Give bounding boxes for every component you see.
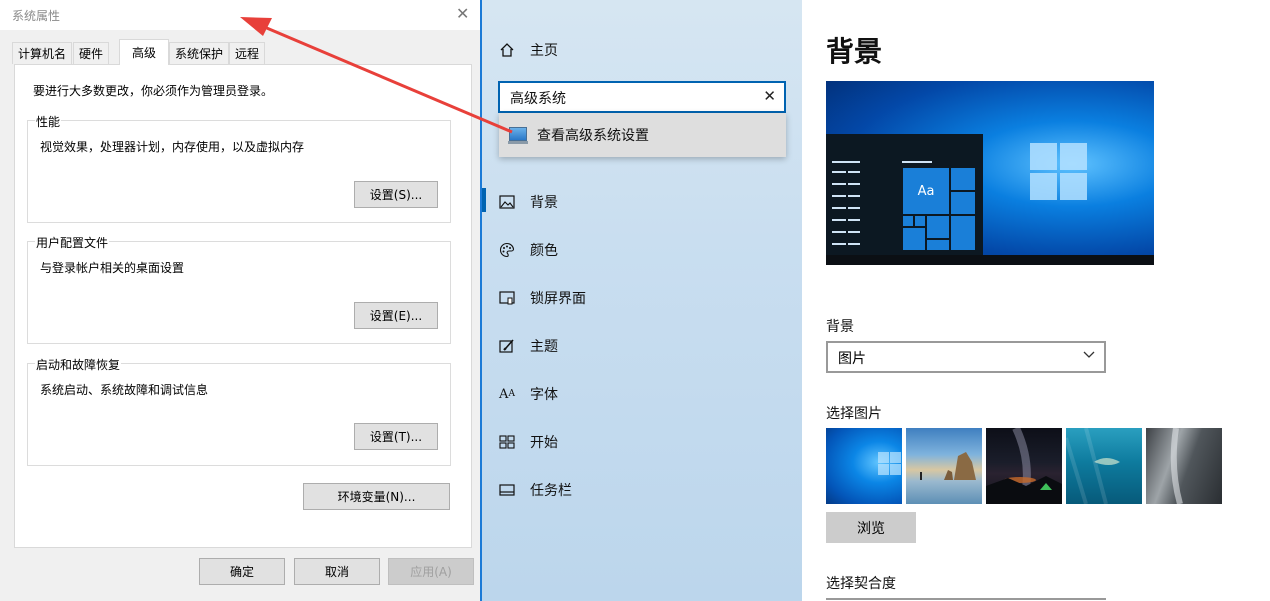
user-profiles-settings-button[interactable]: 设置(E)...	[354, 302, 438, 329]
clear-search-icon[interactable]: ✕	[763, 87, 776, 105]
search-suggestion[interactable]: 查看高级系统设置	[499, 113, 786, 157]
taskbar-icon	[498, 481, 516, 499]
home-icon	[498, 41, 516, 59]
apply-button[interactable]: 应用(A)	[388, 558, 474, 585]
group-title: 性能	[35, 113, 62, 130]
preview-tile-text: Aa	[902, 167, 950, 215]
group-title: 启动和故障恢复	[35, 356, 122, 373]
background-dropdown-value: 图片	[838, 351, 866, 367]
nav-item-lockscreen[interactable]: 锁屏界面	[482, 278, 802, 318]
nav-item-label: 主题	[530, 339, 558, 355]
nav-item-label: 开始	[530, 435, 558, 451]
nav-item-label: 字体	[530, 387, 558, 403]
computer-icon	[508, 127, 528, 144]
nav-item-label: 颜色	[530, 243, 558, 259]
font-icon: AA	[499, 386, 515, 402]
background-dropdown[interactable]: 图片	[826, 341, 1106, 373]
page-title: 背景	[826, 35, 883, 68]
tab-advanced[interactable]: 高级	[119, 39, 169, 65]
nav-item-taskbar[interactable]: 任务栏	[482, 470, 802, 510]
picture-thumbnail[interactable]	[1146, 427, 1222, 505]
tab-computer-name[interactable]: 计算机名	[12, 42, 73, 64]
dialog-title: 系统属性	[12, 9, 61, 23]
desktop: 主页 背景 颜色 锁屏界面 主题 AA 字体 开始 任务栏 高级系统 ✕ 查看高…	[0, 0, 1270, 601]
nav-item-label: 锁屏界面	[530, 291, 586, 307]
picture-thumbnail[interactable]	[1064, 427, 1142, 505]
chevron-down-icon	[1082, 347, 1096, 365]
startup-recovery-group	[27, 363, 451, 466]
nav-item-start[interactable]: 开始	[482, 422, 802, 462]
tab-remote[interactable]: 远程	[229, 42, 266, 64]
ok-button[interactable]: 确定	[199, 558, 285, 585]
picture-thumbnail[interactable]	[826, 428, 902, 504]
taskbar-preview	[826, 255, 1154, 265]
group-title: 用户配置文件	[35, 234, 110, 251]
settings-search-input[interactable]: 高级系统 ✕	[498, 81, 786, 113]
nav-item-label: 背景	[530, 195, 558, 211]
desktop-preview: Aa	[826, 81, 1154, 265]
background-label: 背景	[826, 319, 854, 335]
group-description: 视觉效果，处理器计划，内存使用，以及虚拟内存	[40, 140, 305, 154]
cancel-button[interactable]: 取消	[294, 558, 380, 585]
nav-item-label: 主页	[530, 43, 558, 59]
choose-picture-label: 选择图片	[826, 406, 882, 422]
search-input-value: 高级系统	[510, 91, 566, 107]
tab-hardware[interactable]: 硬件	[73, 42, 110, 64]
startup-recovery-settings-button[interactable]: 设置(T)...	[354, 423, 438, 450]
windows-logo-icon	[1030, 143, 1088, 201]
palette-icon	[498, 241, 516, 259]
picture-thumbnail[interactable]	[906, 428, 982, 504]
dialog-titlebar[interactable]: 系统属性 ✕	[0, 0, 480, 30]
nav-item-themes[interactable]: 主题	[482, 326, 802, 366]
search-suggestion-label: 查看高级系统设置	[537, 128, 649, 144]
group-description: 系统启动、系统故障和调试信息	[40, 383, 209, 397]
group-description: 与登录帐户相关的桌面设置	[40, 261, 185, 275]
nav-item-label: 任务栏	[530, 483, 572, 499]
nav-item-colors[interactable]: 颜色	[482, 230, 802, 270]
tab-system-protection[interactable]: 系统保护	[169, 42, 230, 64]
system-properties-dialog: 系统属性 ✕ 计算机名 硬件 高级 系统保护 远程 要进行大多数更改，你必须作为…	[0, 0, 482, 601]
browse-button[interactable]: 浏览	[826, 512, 916, 543]
nav-item-fonts[interactable]: AA 字体	[482, 374, 802, 414]
fit-label: 选择契合度	[826, 576, 896, 592]
nav-item-home[interactable]: 主页	[482, 30, 802, 70]
performance-settings-button[interactable]: 设置(S)...	[354, 181, 438, 208]
admin-note: 要进行大多数更改，你必须作为管理员登录。	[33, 84, 274, 98]
theme-brush-icon	[498, 337, 516, 355]
close-icon[interactable]: ✕	[456, 4, 469, 23]
picture-thumbnail[interactable]	[986, 426, 1062, 504]
nav-item-background[interactable]: 背景	[482, 182, 802, 222]
start-tiles-icon	[498, 433, 516, 451]
lockscreen-icon	[498, 289, 516, 307]
environment-variables-button[interactable]: 环境变量(N)...	[303, 483, 450, 510]
picture-icon	[498, 193, 516, 211]
